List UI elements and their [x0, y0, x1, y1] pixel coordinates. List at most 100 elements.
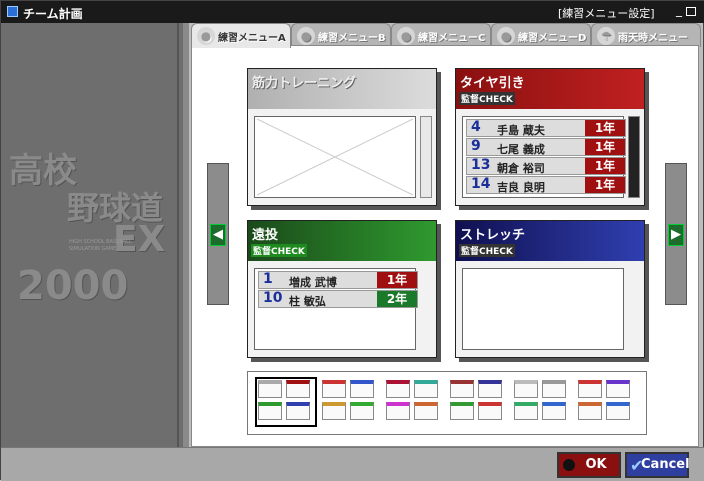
player-name: 朝倉 裕司 — [497, 162, 545, 175]
tab-bar: ● 練習メニューA ● 練習メニューB ● 練習メニューC ● 練習メニューD ☂ 雨天時… — [191, 23, 704, 48]
mini-card — [450, 380, 474, 398]
card-title: 筋力トレーニング — [252, 76, 357, 91]
logo-subtitle: HIGH SCHOOL BASEBALL SIMULATION GAME — [69, 239, 132, 252]
uniform-number: 13 — [471, 157, 491, 173]
app-window: チーム計画 [練習メニュー設定] _ 高校 野球道 EX HIGH SCHOOL… — [0, 0, 704, 481]
minimize-button[interactable]: _ — [676, 3, 682, 17]
player-icon: ● — [197, 27, 215, 45]
page-thumb-6[interactable] — [578, 380, 634, 424]
assigned-players-list: 1 増成 武博 1年 10 柱 敏弘 2年 — [254, 268, 418, 350]
maximize-button[interactable] — [686, 7, 696, 16]
tab-menu-a[interactable]: ● 練習メニューA — [191, 23, 291, 48]
card-header: タイヤ引き 監督CHECK — [456, 69, 644, 109]
mini-card — [578, 380, 602, 398]
coach-check-badge: 監督CHECK — [459, 244, 515, 257]
player-row[interactable]: 10 柱 敏弘 2年 — [258, 290, 418, 308]
page-thumb-5[interactable] — [514, 380, 570, 424]
training-card-strength[interactable]: 筋力トレーニング — [247, 68, 437, 206]
logo-line4: 2000 — [17, 263, 129, 309]
title-bar: チーム計画 [練習メニュー設定] _ — [1, 1, 704, 23]
mini-card — [322, 402, 346, 420]
next-page-button[interactable]: ▶ — [665, 163, 687, 305]
page-thumb-1[interactable] — [255, 377, 317, 427]
tab-label: 練習メニューD — [518, 33, 587, 44]
mini-card — [414, 380, 438, 398]
training-card-long-throw[interactable]: 遠投 監督CHECK 1 増成 武博 1年 10 柱 敏弘 2年 — [247, 220, 437, 358]
mini-card — [386, 402, 410, 420]
uniform-number: 14 — [471, 176, 491, 192]
uniform-number: 9 — [471, 138, 481, 154]
tab-menu-d[interactable]: ● 練習メニューD — [491, 23, 591, 47]
assigned-players-list: 4 手島 蔵夫 1年 9 七尾 義成 1年 13 朝倉 裕司 1年 14 吉良 良明 1年 — [462, 116, 626, 198]
prev-page-button[interactable]: ◀ — [207, 163, 229, 305]
mini-card — [514, 402, 538, 420]
grade-badge: 1年 — [585, 139, 625, 155]
tab-menu-b[interactable]: ● 練習メニューB — [291, 23, 391, 47]
mini-card — [542, 380, 566, 398]
coach-check-badge: 監督CHECK — [459, 92, 515, 105]
page-thumb-3[interactable] — [386, 380, 442, 424]
umbrella-icon: ☂ — [597, 27, 615, 45]
mini-card — [286, 402, 310, 420]
page-thumb-4[interactable] — [450, 380, 506, 424]
mini-card — [514, 380, 538, 398]
training-card-tire[interactable]: タイヤ引き 監督CHECK 4 手島 蔵夫 1年 9 七尾 義成 1年 13 朝倉 裕司 1… — [455, 68, 645, 206]
left-arrow-icon: ◀ — [210, 224, 226, 246]
player-name: 増成 武博 — [289, 276, 337, 289]
player-row[interactable]: 4 手島 蔵夫 1年 — [466, 119, 626, 137]
card-header: 遠投 監督CHECK — [248, 221, 436, 261]
player-icon: ● — [497, 27, 515, 45]
player-name: 柱 敏弘 — [289, 295, 326, 308]
cancel-button[interactable]: ✔ Cancel — [625, 452, 690, 478]
uniform-number: 1 — [263, 271, 273, 287]
grade-badge: 1年 — [585, 158, 625, 174]
empty-slot-placeholder — [254, 116, 416, 198]
window-title: チーム計画 — [23, 7, 83, 21]
mini-card — [258, 380, 282, 398]
grade-badge: 1年 — [585, 177, 625, 193]
player-row[interactable]: 9 七尾 義成 1年 — [466, 138, 626, 156]
mini-card — [578, 402, 602, 420]
uniform-number: 4 — [471, 119, 481, 135]
mini-card — [322, 380, 346, 398]
coach-check-badge: 監督CHECK — [251, 244, 307, 257]
player-row[interactable]: 14 吉良 良明 1年 — [466, 176, 626, 194]
mini-card — [350, 380, 374, 398]
player-name: 七尾 義成 — [497, 143, 545, 156]
page-thumb-2[interactable] — [322, 380, 378, 424]
mini-card — [606, 402, 630, 420]
card-scrollbar[interactable] — [420, 116, 432, 198]
player-row[interactable]: 13 朝倉 裕司 1年 — [466, 157, 626, 175]
mini-card — [450, 402, 474, 420]
grade-badge: 2年 — [377, 291, 417, 307]
mode-label: [練習メニュー設定] — [558, 7, 655, 20]
player-name: 吉良 良明 — [497, 181, 545, 194]
ok-circle-icon — [563, 459, 575, 471]
uniform-number: 10 — [263, 290, 283, 306]
training-card-stretch[interactable]: ストレッチ 監督CHECK — [455, 220, 645, 358]
assigned-players-list — [462, 268, 624, 350]
right-arrow-icon: ▶ — [668, 224, 684, 246]
tab-menu-c[interactable]: ● 練習メニューC — [391, 23, 491, 47]
mini-card — [414, 402, 438, 420]
player-icon: ● — [297, 27, 315, 45]
card-scrollbar[interactable] — [628, 116, 640, 198]
player-row[interactable]: 1 増成 武博 1年 — [258, 271, 418, 289]
ok-button[interactable]: OK — [557, 452, 621, 478]
left-panel: 高校 野球道 EX HIGH SCHOOL BASEBALL SIMULATIO… — [1, 23, 189, 447]
bottom-bar: OK ✔ Cancel — [1, 447, 704, 481]
mini-card — [478, 402, 502, 420]
ok-label: OK — [585, 457, 607, 472]
tab-label: 雨天時メニュー — [618, 33, 688, 44]
tab-label: 練習メニューA — [218, 33, 286, 44]
mini-card — [386, 380, 410, 398]
tab-label: 練習メニューC — [418, 33, 486, 44]
card-title: ストレッチ — [460, 228, 526, 243]
card-title: 遠投 — [252, 228, 279, 243]
player-name: 手島 蔵夫 — [497, 124, 545, 137]
empty-x-icon — [256, 118, 414, 196]
player-icon: ● — [397, 27, 415, 45]
mini-card — [606, 380, 630, 398]
tab-rain-menu[interactable]: ☂ 雨天時メニュー — [591, 23, 701, 47]
card-header: 筋力トレーニング — [248, 69, 436, 109]
